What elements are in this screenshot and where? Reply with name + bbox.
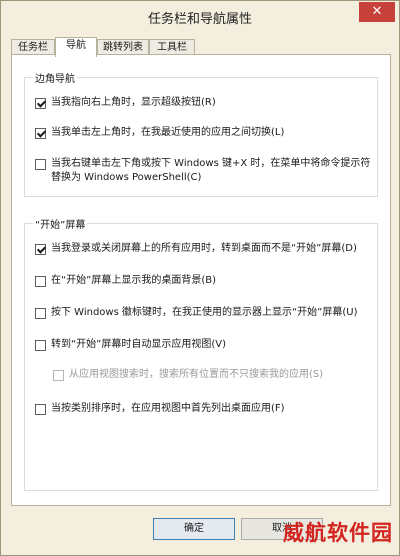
option-label: 按下 Windows 徽标键时，在我正使用的显示器上显示“开始”屏幕(U) bbox=[51, 307, 358, 318]
ok-button[interactable]: 确定 bbox=[153, 518, 235, 540]
option-list-desktop-apps-first[interactable]: 当按类别排序时，在应用视图中首先列出桌面应用(F) bbox=[35, 402, 371, 416]
option-start-on-current-display[interactable]: 按下 Windows 徽标键时，在我正使用的显示器上显示“开始”屏幕(U) bbox=[35, 306, 371, 320]
corner-navigation-group: 边角导航 当我指向右上角时，显示超级按钮(R) 当我单击左上角时，在我最近使用的… bbox=[24, 70, 378, 197]
close-button[interactable]: ✕ bbox=[359, 2, 395, 22]
option-label: 当按类别排序时，在应用视图中首先列出桌面应用(F) bbox=[51, 403, 285, 414]
group-title-start-screen: “开始”屏幕 bbox=[33, 216, 88, 231]
checkbox-show-charms[interactable] bbox=[35, 98, 46, 109]
checkbox-show-apps-view[interactable] bbox=[35, 340, 46, 351]
option-label: 当我单击左上角时，在我最近使用的应用之间切换(L) bbox=[51, 127, 285, 138]
window-title: 任务栏和导航属性 bbox=[147, 12, 252, 27]
option-label: 转到“开始”屏幕时自动显示应用视图(V) bbox=[51, 339, 227, 350]
watermark-logo: 威航软件园 bbox=[283, 521, 393, 545]
title-bar: 任务栏和导航属性 ✕ bbox=[1, 1, 399, 31]
tab-strip: 任务栏 导航 跳转列表 工具栏 bbox=[11, 37, 391, 57]
option-replace-powershell[interactable]: 当我右键单击左下角或按下 Windows 键+X 时，在菜单中将命令提示符替换为… bbox=[35, 157, 371, 185]
option-search-everywhere: 从应用视图搜索时，搜索所有位置而不只搜索我的应用(S) bbox=[53, 368, 371, 382]
properties-dialog: 任务栏和导航属性 ✕ 任务栏 导航 跳转列表 工具栏 边角导航 当我指向右上角时… bbox=[0, 0, 400, 556]
start-screen-group: “开始”屏幕 当我登录或关闭屏幕上的所有应用时，转到桌面而不是“开始”屏幕(D)… bbox=[24, 216, 378, 491]
checkbox-replace-powershell[interactable] bbox=[35, 159, 46, 170]
option-show-apps-view[interactable]: 转到“开始”屏幕时自动显示应用视图(V) bbox=[35, 338, 371, 352]
checkbox-go-to-desktop[interactable] bbox=[35, 244, 46, 255]
checkbox-switch-recent-apps[interactable] bbox=[35, 128, 46, 139]
option-label: 当我指向右上角时，显示超级按钮(R) bbox=[51, 97, 216, 108]
navigation-tab-panel: 边角导航 当我指向右上角时，显示超级按钮(R) 当我单击左上角时，在我最近使用的… bbox=[11, 54, 391, 506]
option-desktop-background[interactable]: 在“开始”屏幕上显示我的桌面背景(B) bbox=[35, 274, 371, 288]
tab-navigation[interactable]: 导航 bbox=[55, 37, 97, 57]
option-label: 在“开始”屏幕上显示我的桌面背景(B) bbox=[51, 275, 217, 286]
group-title-corner-navigation: 边角导航 bbox=[33, 70, 77, 85]
option-switch-recent-apps[interactable]: 当我单击左上角时，在我最近使用的应用之间切换(L) bbox=[35, 126, 371, 140]
close-icon: ✕ bbox=[371, 4, 383, 19]
checkbox-list-desktop-apps-first[interactable] bbox=[35, 404, 46, 415]
option-label: 当我右键单击左下角或按下 Windows 键+X 时，在菜单中将命令提示符替换为… bbox=[51, 158, 371, 183]
option-go-to-desktop[interactable]: 当我登录或关闭屏幕上的所有应用时，转到桌面而不是“开始”屏幕(D) bbox=[35, 242, 371, 256]
checkbox-desktop-background[interactable] bbox=[35, 276, 46, 287]
option-label: 从应用视图搜索时，搜索所有位置而不只搜索我的应用(S) bbox=[69, 369, 324, 380]
checkbox-search-everywhere bbox=[53, 370, 64, 381]
option-show-charms[interactable]: 当我指向右上角时，显示超级按钮(R) bbox=[35, 96, 371, 110]
checkbox-start-on-current-display[interactable] bbox=[35, 308, 46, 319]
option-label: 当我登录或关闭屏幕上的所有应用时，转到桌面而不是“开始”屏幕(D) bbox=[51, 243, 357, 254]
